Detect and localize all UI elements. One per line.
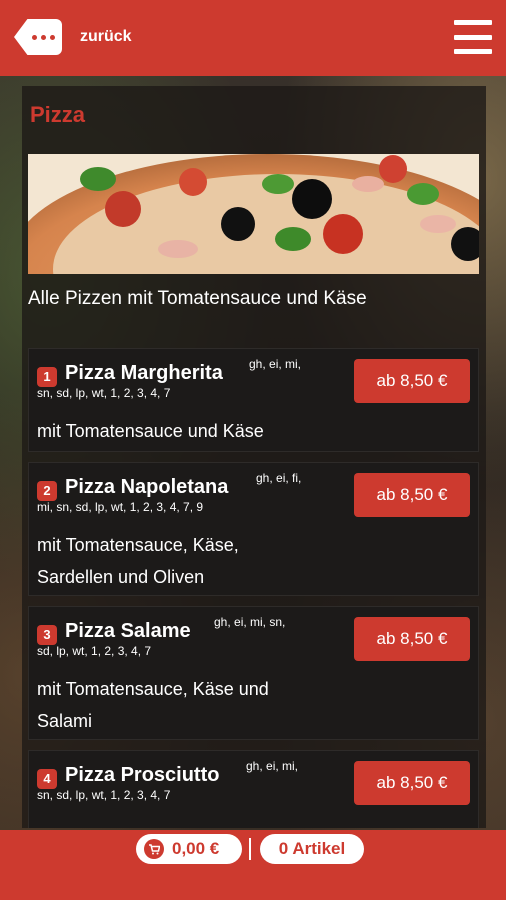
menu-item[interactable]: 1 Pizza Margherita gh, ei, mi, sn, sd, l… (28, 348, 479, 452)
item-allergens-cont: sn, sd, lp, wt, 1, 2, 3, 4, 7 (37, 386, 171, 400)
shopping-cart-icon (144, 839, 164, 859)
cart-total: 0,00 € (172, 839, 220, 858)
ellipsis-back-icon (31, 34, 55, 40)
add-to-cart-button[interactable]: ab 8,50 € (354, 473, 470, 517)
item-allergens: gh, ei, mi, (249, 357, 302, 371)
item-name: Pizza Napoletana (65, 476, 229, 498)
back-label[interactable]: zurück (80, 28, 132, 46)
item-allergens-cont: mi, sn, sd, lp, wt, 1, 2, 3, 4, 7, 9 (37, 500, 204, 514)
cart-total-button[interactable]: 0,00 € (136, 834, 242, 864)
item-allergens: gh, ei, fi, (256, 471, 302, 485)
item-number: 3 (37, 625, 57, 645)
add-to-cart-button[interactable]: ab 8,50 € (354, 617, 470, 661)
menu-item[interactable]: 3 Pizza Salame gh, ei, mi, sn, sd, lp, w… (28, 606, 479, 740)
item-allergens: gh, ei, mi, sn, (214, 615, 286, 629)
category-title: Pizza (30, 102, 86, 127)
item-number: 2 (37, 481, 57, 501)
cart-bar: 0,00 € 0 Artikel (0, 830, 506, 900)
item-name: Pizza Salame (65, 620, 191, 642)
add-to-cart-button[interactable]: ab 8,50 € (354, 761, 470, 805)
item-number: 1 (37, 367, 57, 387)
item-allergens-cont: sd, lp, wt, 1, 2, 3, 4, 7 (37, 644, 152, 658)
divider (249, 838, 251, 860)
add-to-cart-button[interactable]: ab 8,50 € (354, 359, 470, 403)
menu-item[interactable]: 2 Pizza Napoletana gh, ei, fi, mi, sn, s… (28, 462, 479, 596)
item-name: Pizza Prosciutto (65, 764, 220, 786)
cart-count-button[interactable]: 0 Artikel (260, 834, 364, 864)
back-button[interactable] (14, 19, 62, 55)
item-allergens-cont: sn, sd, lp, wt, 1, 2, 3, 4, 7 (37, 788, 171, 802)
item-description: mit Tomatensauce, Käse, Sardellen und Ol… (37, 535, 239, 587)
item-description: mit Tomatensauce und Käse (37, 421, 264, 441)
item-number: 4 (37, 769, 57, 789)
category-panel: Pizza Alle Pizzen mit Tomatensauce und K… (22, 86, 486, 828)
menu-item[interactable]: 4 Pizza Prosciutto gh, ei, mi, sn, sd, l… (28, 750, 479, 828)
pizza-hero-image (28, 154, 479, 274)
item-description: mit Tomatensauce, Käse und Salami (37, 679, 269, 731)
item-name: Pizza Margherita (65, 362, 223, 384)
item-allergens: gh, ei, mi, (246, 759, 299, 773)
category-intro: Alle Pizzen mit Tomatensauce und Käse (28, 288, 367, 309)
hamburger-menu-icon[interactable] (454, 20, 492, 54)
top-bar: zurück (0, 0, 506, 76)
